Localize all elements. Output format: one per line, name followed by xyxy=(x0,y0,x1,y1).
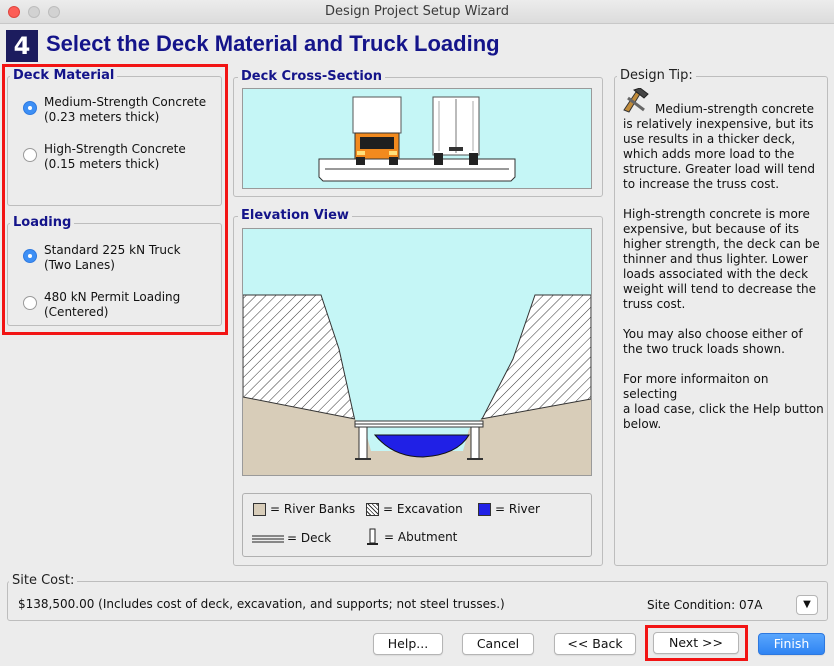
tip-line: Medium-strength concrete xyxy=(655,102,814,116)
tip-line: which adds more load to the xyxy=(623,147,795,161)
tip-line: weight will tend to decrease the xyxy=(623,282,817,296)
excavation-swatch xyxy=(366,502,379,516)
abutment-symbol-icon xyxy=(367,528,378,545)
tip-line: structure. Greater load will tend xyxy=(623,162,816,176)
legend-label: = River xyxy=(495,502,540,516)
tip-line: expensive, but because of its xyxy=(623,222,799,236)
step-number-badge: 4 xyxy=(6,30,38,62)
tip-line: is relatively inexpensive, but its xyxy=(623,117,814,131)
site-condition-value: Site Condition: 07A xyxy=(647,598,763,612)
page-title: Select the Deck Material and Truck Loadi… xyxy=(46,31,500,56)
chevron-down-icon: ▼ xyxy=(803,599,811,610)
cancel-button[interactable]: Cancel xyxy=(462,633,534,655)
finish-button[interactable]: Finish xyxy=(758,633,825,655)
legend-label: = Excavation xyxy=(383,502,463,516)
zoom-window-button[interactable] xyxy=(48,6,60,18)
tip-line: You may also choose either of xyxy=(623,327,803,341)
site-cost-value: $138,500.00 (Includes cost of deck, exca… xyxy=(18,597,505,611)
tip-line: higher strength, the deck can be xyxy=(623,237,820,251)
legend-excavation: = Excavation xyxy=(366,502,463,516)
legend-abutment: = Abutment xyxy=(367,528,457,546)
tip-line: High-strength concrete is more xyxy=(623,207,810,221)
tip-line: loads associated with the deck xyxy=(623,267,809,281)
legend-deck: = Deck xyxy=(252,531,331,545)
deck-symbol-icon xyxy=(252,535,284,543)
deck-cross-section-label: Deck Cross-Section xyxy=(238,69,385,84)
river-swatch xyxy=(478,502,491,516)
highlight-frame-options xyxy=(2,64,228,335)
tip-line: thinner and thus lighter. Lower xyxy=(623,252,808,266)
minimize-window-button[interactable] xyxy=(28,6,40,18)
deck-cross-section-image xyxy=(242,88,592,189)
tip-line: use results in a thicker deck, xyxy=(623,132,796,146)
elevation-view-image xyxy=(242,228,592,476)
tip-line: the two truck loads shown. xyxy=(623,342,785,356)
site-cost-label: Site Cost: xyxy=(9,573,78,588)
design-tip-text: Medium-strength concrete is relatively i… xyxy=(623,102,825,432)
river-banks-swatch xyxy=(253,502,266,516)
help-button[interactable]: Help... xyxy=(373,633,443,655)
deck-cross-section-drawing xyxy=(318,96,516,182)
site-condition-dropdown[interactable]: ▼ xyxy=(796,595,818,615)
elevation-view-label: Elevation View xyxy=(238,208,352,223)
tip-line: to increase the truss cost. xyxy=(623,177,780,191)
window-titlebar: Design Project Setup Wizard xyxy=(0,0,834,24)
window-title: Design Project Setup Wizard xyxy=(325,4,509,19)
tip-line: a load case, click the Help button xyxy=(623,402,824,416)
close-window-button[interactable] xyxy=(8,6,20,18)
highlight-frame-next xyxy=(645,625,748,661)
tip-line: For more informaiton on selecting xyxy=(623,372,769,401)
legend-river: = River xyxy=(478,502,540,516)
truck-rear-icon xyxy=(432,96,480,165)
legend-river-banks: = River Banks xyxy=(253,502,355,516)
legend-label: = Deck xyxy=(287,531,332,545)
truck-front-icon xyxy=(352,96,402,165)
tip-line: truss cost. xyxy=(623,297,686,311)
design-tip-label: Design Tip: xyxy=(617,68,696,83)
elevation-view-drawing xyxy=(242,294,592,475)
back-button[interactable]: << Back xyxy=(554,633,636,655)
legend-label: = River Banks xyxy=(270,502,356,516)
legend-label: = Abutment xyxy=(384,530,458,544)
tip-line: below. xyxy=(623,417,662,431)
